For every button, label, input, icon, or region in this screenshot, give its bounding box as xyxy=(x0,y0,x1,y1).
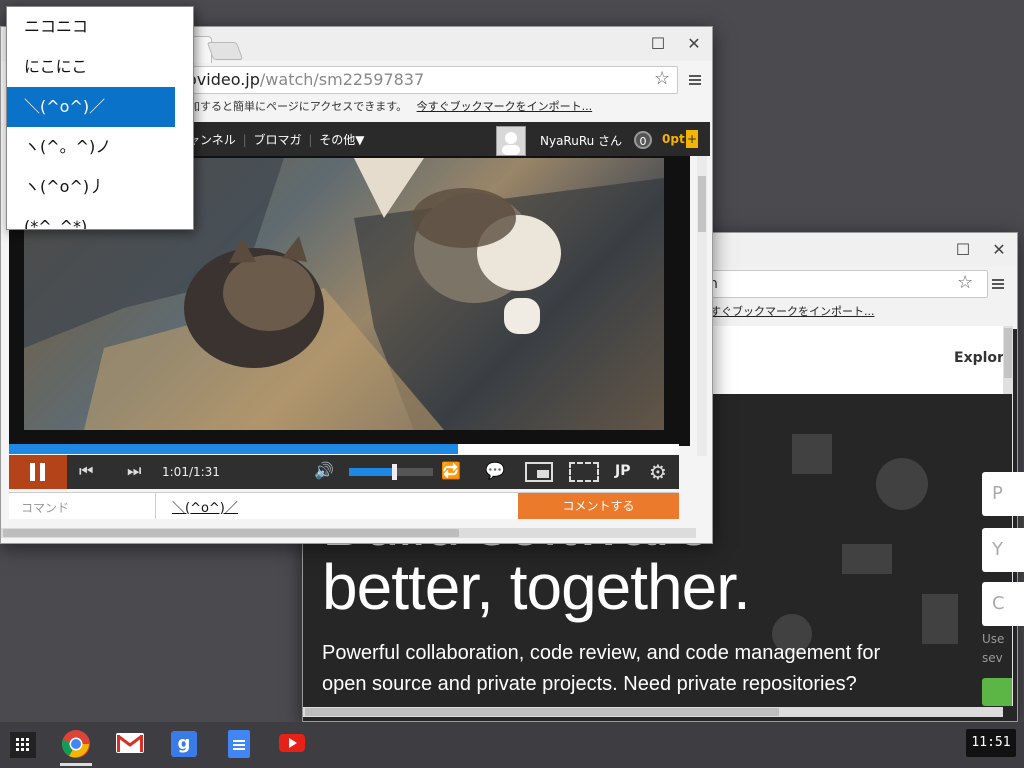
close-icon[interactable]: ✕ xyxy=(677,27,711,61)
volume-icon[interactable]: 🔊 xyxy=(314,461,334,480)
seek-bar[interactable] xyxy=(9,444,679,454)
signup-note-line2: sev xyxy=(982,651,1003,665)
candidate-item[interactable]: ニコニコ xyxy=(7,7,193,47)
fullscreen-icon[interactable] xyxy=(569,462,599,482)
player-controls: ⏮ ⏭ 1:01/1:31 🔊 🔁 💬 JP ⚙ xyxy=(9,455,679,489)
comment-value: ＼(^o^)／ xyxy=(172,501,238,516)
skip-back-icon[interactable]: ⏮ xyxy=(79,461,93,481)
volume-level xyxy=(349,468,396,476)
nav-channel-link[interactable]: ャンネル xyxy=(188,133,236,147)
candidate-item[interactable]: ヽ(^o^)丿 xyxy=(7,167,193,207)
github-bookmark-bar: すぐブックマークをインポート... xyxy=(710,303,875,323)
apps-launcher-icon[interactable] xyxy=(10,732,36,758)
candidate-item[interactable]: ヽ(^。^)ノ xyxy=(7,127,193,167)
hero-description-line1: Powerful collaboration, code review, and… xyxy=(322,642,881,664)
volume-handle[interactable] xyxy=(392,464,398,480)
import-bookmarks-link[interactable]: 今すぐブックマークをインポート... xyxy=(417,100,593,113)
comment-submit-label: コメントする xyxy=(562,499,635,513)
niconico-address-bar[interactable]: ovideo.jp/watch/sm22597837 xyxy=(160,66,678,94)
pause-button[interactable] xyxy=(9,455,67,489)
bookmark-star-icon[interactable]: ☆ xyxy=(654,68,670,89)
bookmark-hint-text: 追加すると簡単にページにアクセスできます。 xyxy=(178,100,408,113)
gmail-icon[interactable] xyxy=(116,733,144,753)
nav-blomaga-link[interactable]: ブロマガ xyxy=(253,133,301,147)
github-horizontal-scrollbar[interactable] xyxy=(303,707,1003,717)
signup-button[interactable] xyxy=(982,678,1012,706)
close-icon[interactable]: ✕ xyxy=(982,233,1016,267)
candidate-item-selected[interactable]: ＼(^o^)／ xyxy=(7,87,175,127)
candidate-item[interactable]: にこにこ xyxy=(7,47,193,87)
comment-bar: コマンド ＼(^o^)／ コメントする xyxy=(9,492,679,519)
settings-gear-icon[interactable]: ⚙ xyxy=(649,460,667,484)
language-toggle[interactable]: JP xyxy=(615,463,630,479)
ime-candidate-list: ニコニコ にこにこ ＼(^o^)／ ヽ(^。^)ノ ヽ(^o^)丿 (*^_^*… xyxy=(6,6,194,230)
points-label: 0pt xyxy=(662,132,685,146)
seek-progress xyxy=(9,444,458,454)
address-path: /watch/sm22597837 xyxy=(259,70,425,89)
signup-email-field[interactable]: Y xyxy=(982,528,1024,572)
import-bookmarks-link[interactable]: すぐブックマークをインポート... xyxy=(710,305,875,318)
skip-forward-icon[interactable]: ⏭ xyxy=(127,461,141,481)
signup-username-field[interactable]: P xyxy=(982,472,1024,516)
maximize-icon[interactable]: ☐ xyxy=(641,27,675,61)
maximize-icon[interactable]: ☐ xyxy=(946,233,980,267)
comment-input[interactable]: ＼(^o^)／ xyxy=(156,493,518,519)
github-address-bar[interactable]: n xyxy=(690,270,988,298)
candidate-item[interactable]: (*^_^*) xyxy=(7,207,193,229)
google-search-icon[interactable]: g xyxy=(171,731,197,757)
chrome-menu-icon[interactable] xyxy=(992,277,1004,291)
youtube-icon[interactable] xyxy=(279,734,305,752)
avatar[interactable] xyxy=(496,126,526,156)
repeat-icon[interactable]: 🔁 xyxy=(441,461,461,480)
comment-toggle-icon[interactable]: 💬 xyxy=(485,461,505,480)
signup-note-line1: Use xyxy=(982,632,1005,646)
command-input[interactable]: コマンド xyxy=(9,493,156,519)
points-plus-icon[interactable]: + xyxy=(686,130,698,148)
clock[interactable]: 11:51 xyxy=(966,729,1016,757)
niconico-bookmark-bar: 追加すると簡単にページにアクセスできます。 今すぐブックマークをインポート... xyxy=(178,98,592,118)
chrome-icon[interactable] xyxy=(61,729,91,762)
volume-slider[interactable] xyxy=(349,464,433,480)
shelf xyxy=(0,722,1024,768)
points-badge: 0 xyxy=(634,131,652,149)
active-app-indicator xyxy=(60,763,92,766)
address-host: ovideo.jp xyxy=(187,70,260,89)
hero-heading-line2: better, together. xyxy=(322,551,751,623)
page-vertical-scrollbar[interactable] xyxy=(697,156,707,456)
nav-other-menu[interactable]: その他▼ xyxy=(319,133,364,147)
new-tab-button[interactable] xyxy=(206,42,244,60)
comment-submit-button[interactable]: コメントする xyxy=(518,493,679,519)
pause-icon xyxy=(30,463,35,481)
hero-description-line2: open source and private projects. Need p… xyxy=(322,673,857,695)
chrome-menu-icon[interactable] xyxy=(689,73,701,87)
niconico-horizontal-scrollbar[interactable] xyxy=(1,528,696,538)
username-label[interactable]: NyaRuRu さん xyxy=(540,132,622,149)
command-placeholder: コマンド xyxy=(21,501,70,515)
time-display: 1:01/1:31 xyxy=(162,465,220,479)
signup-password-field[interactable]: C xyxy=(982,582,1024,626)
google-docs-icon[interactable] xyxy=(228,730,250,758)
bookmark-star-icon[interactable]: ☆ xyxy=(957,272,973,293)
screen-size-icon[interactable] xyxy=(525,462,553,482)
